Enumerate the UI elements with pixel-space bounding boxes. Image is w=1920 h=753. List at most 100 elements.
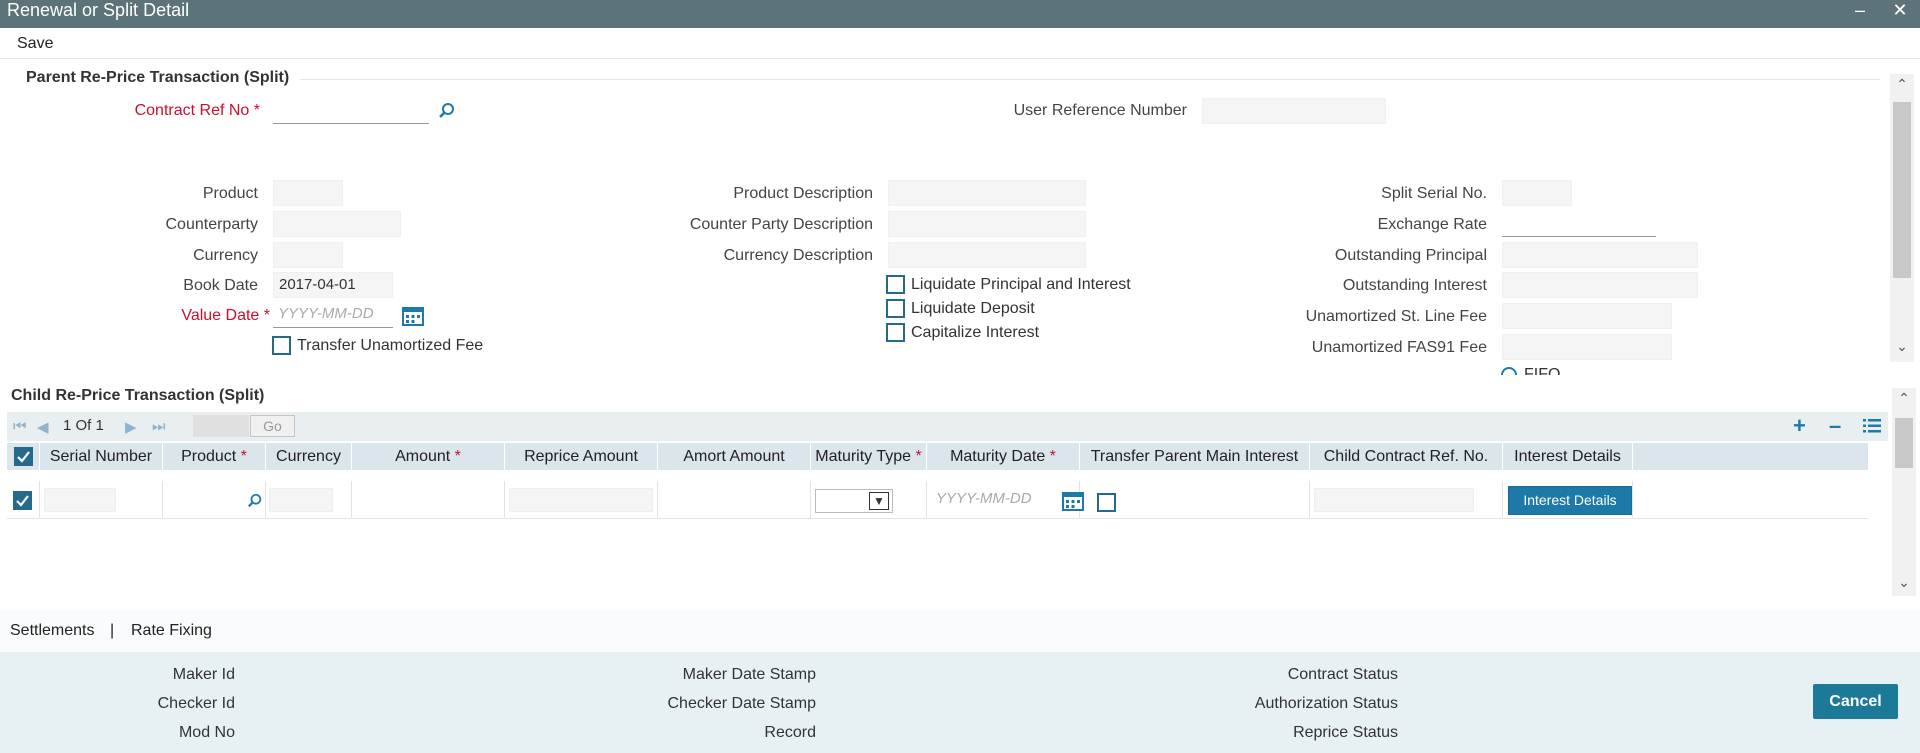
counterparty-label: Counterparty [165,216,259,233]
child-contract-ref-no-input[interactable] [1314,488,1474,512]
product-description-label: Product Description [733,185,873,202]
scroll-down-icon[interactable]: ⌄ [1890,336,1914,356]
scroll-down-icon[interactable]: ⌄ [1892,572,1916,592]
interest-details-button[interactable]: Interest Details [1508,486,1632,515]
parent-section: Parent Re-Price Transaction (Split) Cont… [0,60,1890,375]
save-button[interactable]: Save [17,35,53,53]
search-icon[interactable] [438,102,456,120]
chevron-down-icon[interactable]: ▼ [869,492,889,510]
currency-input[interactable] [273,242,343,268]
liquidate-deposit-checkbox[interactable] [886,299,905,318]
transfer-parent-main-interest-cell [1080,481,1310,519]
page-indicator: 1 Of 1 [63,417,104,434]
scroll-thumb[interactable] [1895,418,1913,468]
rate-fixing-link[interactable]: Rate Fixing [131,622,212,640]
delete-row-icon[interactable]: – [1829,415,1841,437]
go-button[interactable]: Go [250,415,295,437]
scroll-thumb[interactable] [1893,102,1911,278]
outstanding-interest-input[interactable] [1502,272,1698,298]
product-input[interactable] [273,180,343,206]
first-page-icon[interactable]: ⏮ [13,418,27,435]
contract-status-label: Contract Status [1287,666,1398,683]
counter-party-description-input[interactable] [888,211,1086,237]
sub-screen-links: Settlements | Rate Fixing [0,610,1920,652]
product-description-input[interactable] [888,180,1086,206]
child-scrollbar[interactable]: ⌃ ⌄ [1892,388,1916,596]
section-divider [300,79,1880,80]
fifo-label: FIFO [1524,366,1561,375]
page-number-input[interactable] [193,415,249,437]
currency-description-input[interactable] [888,242,1086,268]
currency-input[interactable] [269,488,333,512]
col-interest-details: Interest Details [1503,443,1633,470]
currency-label: Currency [193,247,258,264]
col-maturity-date: Maturity Date * [927,443,1080,470]
title-bar: Renewal or Split Detail – ✕ [0,0,1920,28]
maturity-date-input[interactable]: YYYY-MM-DD [936,490,1032,507]
outstanding-principal-input[interactable] [1502,242,1698,268]
split-serial-no-input[interactable] [1502,180,1572,206]
maker-date-stamp-label: Maker Date Stamp [682,666,816,683]
counterparty-input[interactable] [273,211,401,237]
col-currency: Currency [266,443,352,470]
settlements-link[interactable]: Settlements [10,622,94,640]
row-select-checkbox[interactable] [13,491,32,510]
child-contract-ref-no-cell [1310,481,1503,519]
minimize-icon[interactable]: – [1848,0,1872,20]
child-pager: ⏮ ◀ 1 Of 1 ▶ ⏭ Go + – [7,412,1888,441]
transfer-unamortized-fee-checkbox[interactable] [272,336,291,355]
contract-ref-no-input[interactable] [273,98,429,124]
unamortized-fas91-fee-input[interactable] [1502,334,1672,360]
checker-id-label: Checker Id [157,695,235,712]
fifo-radio[interactable] [1501,367,1517,375]
interest-details-cell: Interest Details [1503,481,1633,519]
outstanding-principal-label: Outstanding Principal [1334,247,1487,264]
value-date-input[interactable]: YYYY-MM-DD [273,302,393,328]
record-label: Record [764,724,816,741]
search-icon[interactable] [247,493,263,509]
reprice-amount-input[interactable] [509,488,653,512]
add-row-icon[interactable]: + [1793,415,1806,437]
next-page-icon[interactable]: ▶ [125,418,137,436]
reprice-amount-cell [505,481,658,519]
link-separator: | [110,622,115,639]
capitalize-interest-label: Capitalize Interest [911,324,1040,341]
amort-amount-cell [658,481,811,519]
product-cell [163,481,266,519]
single-view-icon[interactable] [1863,418,1881,434]
select-all-checkbox[interactable] [14,447,33,466]
scroll-up-icon[interactable]: ⌃ [1890,74,1914,94]
counter-party-description-label: Counter Party Description [689,216,873,233]
previous-page-icon[interactable]: ◀ [37,418,49,436]
serial-number-input[interactable] [44,488,116,512]
value-date-label: Value Date * [181,307,270,324]
col-amount: Amount * [352,443,505,470]
transfer-parent-main-interest-checkbox[interactable] [1097,493,1116,512]
amort-amount-input[interactable] [662,488,806,512]
capitalize-interest-checkbox[interactable] [886,323,905,342]
parent-section-title: Parent Re-Price Transaction (Split) [26,69,290,86]
liquidate-deposit-label: Liquidate Deposit [911,300,1035,317]
user-reference-number-input[interactable] [1202,98,1386,124]
cancel-button[interactable]: Cancel [1813,684,1898,719]
scroll-up-icon[interactable]: ⌃ [1892,388,1916,408]
amount-input[interactable] [356,488,496,512]
contract-ref-no-label: Contract Ref No * [134,102,260,119]
product-label: Product [202,185,258,202]
parent-scrollbar[interactable]: ⌃ ⌄ [1890,74,1914,362]
product-input[interactable] [167,488,239,512]
unamortized-st-line-fee-input[interactable] [1502,303,1672,329]
outstanding-interest-label: Outstanding Interest [1342,277,1487,294]
maturity-type-select[interactable]: ▼ [815,489,893,513]
close-icon[interactable]: ✕ [1888,0,1912,20]
liquidate-principal-and-interest-checkbox[interactable] [886,275,905,294]
book-date-input[interactable]: 2017-04-01 [273,272,393,298]
toolbar: Save [0,28,1920,59]
maker-id-label: Maker Id [172,666,235,683]
unamortized-st-line-fee-label: Unamortized St. Line Fee [1305,308,1487,325]
exchange-rate-input[interactable] [1502,211,1656,237]
calendar-icon[interactable] [402,306,424,326]
audit-footer: Maker Id Checker Id Mod No Maker Date St… [0,652,1920,753]
child-section-title: Child Re-Price Transaction (Split) [11,387,265,404]
last-page-icon[interactable]: ⏭ [152,418,166,435]
